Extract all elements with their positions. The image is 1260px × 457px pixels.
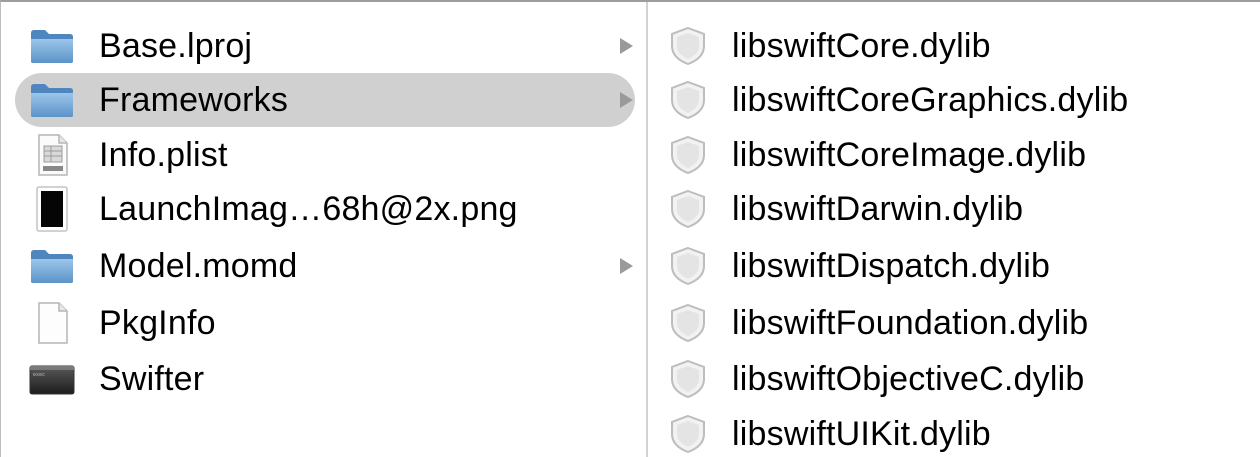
disclosure-arrow-icon bbox=[620, 38, 633, 54]
list-item-pkginfo[interactable]: PkgInfo bbox=[15, 296, 635, 350]
item-label: libswiftCore.dylib bbox=[732, 26, 991, 65]
folder-icon bbox=[31, 84, 73, 117]
item-label: Frameworks bbox=[99, 80, 289, 119]
disclosure-arrow-icon bbox=[620, 258, 633, 274]
image-file-icon bbox=[36, 186, 68, 232]
item-label: libswiftCoreImage.dylib bbox=[732, 135, 1087, 174]
dylib-shield-icon bbox=[671, 359, 705, 399]
item-label: Base.lproj bbox=[99, 26, 253, 65]
list-item-dylib[interactable]: libswiftUIKit.dylib bbox=[666, 407, 1256, 457]
list-item-launch-image[interactable]: LaunchImag…68h@2x.png bbox=[15, 182, 635, 236]
plist-file-icon bbox=[38, 134, 68, 176]
list-item-dylib[interactable]: libswiftCore.dylib bbox=[666, 19, 1256, 73]
list-item-model-momd[interactable]: Model.momd bbox=[15, 239, 635, 293]
executable-icon: exec bbox=[29, 365, 75, 395]
dylib-shield-icon bbox=[671, 303, 705, 343]
list-item-dylib[interactable]: libswiftFoundation.dylib bbox=[666, 296, 1256, 350]
list-item-dylib[interactable]: libswiftDarwin.dylib bbox=[666, 182, 1256, 236]
finder-column-browser: Base.lproj Frameworks Info.plist LaunchI… bbox=[0, 0, 1260, 457]
dylib-shield-icon bbox=[671, 135, 705, 175]
dylib-shield-icon bbox=[671, 80, 705, 120]
item-label: libswiftUIKit.dylib bbox=[732, 414, 991, 453]
item-label: PkgInfo bbox=[99, 303, 216, 342]
item-label: libswiftFoundation.dylib bbox=[732, 303, 1089, 342]
list-item-dylib[interactable]: libswiftCoreGraphics.dylib bbox=[666, 73, 1256, 127]
item-label: Info.plist bbox=[99, 135, 228, 174]
dylib-shield-icon bbox=[671, 414, 705, 454]
item-label: Model.momd bbox=[99, 246, 298, 285]
dylib-shield-icon bbox=[671, 189, 705, 229]
disclosure-arrow-icon bbox=[620, 92, 633, 108]
list-item-base-lproj[interactable]: Base.lproj bbox=[15, 19, 635, 73]
list-item-dylib[interactable]: libswiftDispatch.dylib bbox=[666, 239, 1256, 293]
column-app-bundle-contents[interactable]: Base.lproj Frameworks Info.plist LaunchI… bbox=[1, 2, 648, 457]
folder-icon bbox=[31, 250, 73, 283]
document-icon bbox=[38, 302, 68, 344]
item-label: LaunchImag…68h@2x.png bbox=[99, 189, 518, 228]
dylib-shield-icon bbox=[671, 246, 705, 286]
item-label: libswiftCoreGraphics.dylib bbox=[732, 80, 1129, 119]
column-frameworks-contents[interactable]: libswiftCore.dylib libswiftCoreGraphics.… bbox=[648, 2, 1260, 457]
list-item-frameworks[interactable]: Frameworks bbox=[15, 73, 635, 127]
svg-text:exec: exec bbox=[33, 372, 45, 378]
item-label: libswiftDispatch.dylib bbox=[732, 246, 1051, 285]
list-item-swifter[interactable]: exec Swifter bbox=[15, 352, 635, 406]
folder-icon bbox=[31, 30, 73, 63]
item-label: libswiftObjectiveC.dylib bbox=[732, 359, 1085, 398]
dylib-shield-icon bbox=[671, 26, 705, 66]
item-label: libswiftDarwin.dylib bbox=[732, 189, 1024, 228]
list-item-dylib[interactable]: libswiftCoreImage.dylib bbox=[666, 128, 1256, 182]
list-item-info-plist[interactable]: Info.plist bbox=[15, 128, 635, 182]
item-label: Swifter bbox=[99, 359, 205, 398]
list-item-dylib[interactable]: libswiftObjectiveC.dylib bbox=[666, 352, 1256, 406]
